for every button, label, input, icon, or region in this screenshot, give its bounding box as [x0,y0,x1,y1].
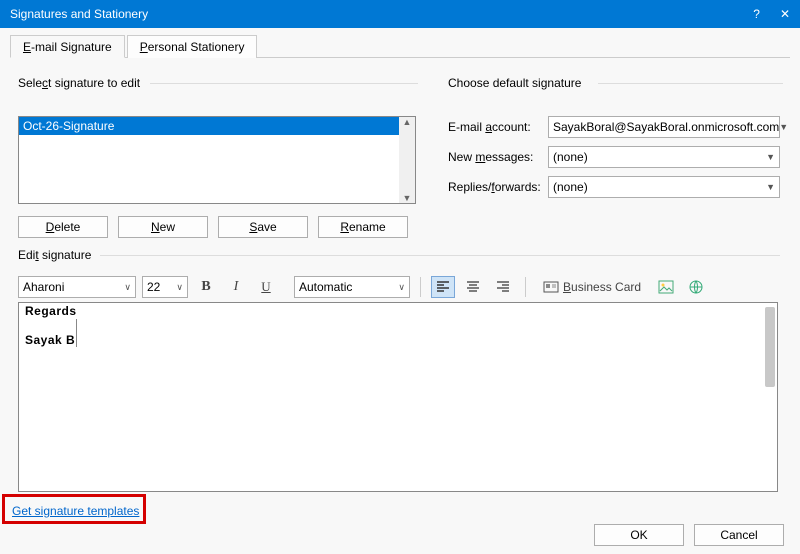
label-edit-signature: Edit signature [18,248,91,262]
picture-icon [658,279,674,295]
new-button[interactable]: New [118,216,208,238]
font-size-select[interactable]: 22 ∨ [142,276,188,298]
signature-editor[interactable]: Regards Sayak B [18,302,778,492]
divider [598,83,783,84]
business-card-icon [543,279,559,295]
chevron-down-icon: ▼ [779,122,788,132]
tab-strip: E-mail Signature Personal Stationery [10,34,790,58]
list-item[interactable]: Oct-26-Signature [19,117,415,135]
rename-button[interactable]: Rename [318,216,408,238]
divider [100,255,780,256]
insert-hyperlink-button[interactable] [684,276,708,298]
select-new-messages[interactable]: (none) ▼ [548,146,780,168]
save-button[interactable]: Save [218,216,308,238]
signature-listbox[interactable]: Oct-26-Signature ▲ ▼ [18,116,416,204]
insert-picture-button[interactable] [654,276,678,298]
select-email-account[interactable]: SayakBoral@SayakBoral.onmicrosoft.com ▼ [548,116,780,138]
delete-button[interactable]: Delete [18,216,108,238]
bold-button[interactable]: B [194,276,218,298]
chevron-down-icon: ∨ [124,282,131,293]
label-replies-forwards: Replies/forwards: [448,180,548,194]
italic-button[interactable]: I [224,276,248,298]
editor-line: Sayak B [25,319,771,348]
label-new-messages: New messages: [448,150,548,164]
label-choose-default: Choose default signature [448,76,581,90]
text-caret [76,319,77,347]
tab-email-signature[interactable]: E-mail Signature [10,35,125,58]
separator [525,277,526,297]
label-email-account: E-mail account: [448,120,548,134]
scrollbar[interactable]: ▲ ▼ [399,117,415,203]
font-color-select[interactable]: Automatic ∨ [294,276,410,298]
divider [150,83,418,84]
dialog-client: E-mail Signature Personal Stationery Sel… [0,28,800,554]
title-bar: Signatures and Stationery ? ✕ [0,0,800,28]
tab-personal-stationery[interactable]: Personal Stationery [127,35,258,58]
underline-button[interactable]: U [254,276,278,298]
separator [420,277,421,297]
chevron-down-icon: ∨ [176,282,183,293]
editor-content[interactable]: Regards Sayak B [19,303,777,350]
align-left-button[interactable] [431,276,455,298]
font-select[interactable]: Aharoni ∨ [18,276,136,298]
annotation-highlight [2,494,146,524]
cancel-button[interactable]: Cancel [694,524,784,546]
chevron-down-icon: ▼ [766,182,775,192]
close-icon[interactable]: ✕ [780,7,790,21]
scroll-up-icon[interactable]: ▲ [403,117,412,127]
window-title: Signatures and Stationery [10,7,148,21]
editor-toolbar: Aharoni ∨ 22 ∨ B I U Automatic ∨ Busines… [18,274,778,300]
hyperlink-icon [688,279,704,295]
select-replies-forwards[interactable]: (none) ▼ [548,176,780,198]
scrollbar-thumb[interactable] [765,307,775,387]
align-center-button[interactable] [461,276,485,298]
editor-line: Regards [25,305,771,319]
chevron-down-icon: ∨ [398,282,405,293]
business-card-button[interactable]: Business Card [536,276,648,298]
chevron-down-icon: ▼ [766,152,775,162]
help-icon[interactable]: ? [753,7,760,21]
scroll-down-icon[interactable]: ▼ [403,193,412,203]
label-select-signature: Select signature to edit [18,76,140,90]
align-right-button[interactable] [491,276,515,298]
ok-button[interactable]: OK [594,524,684,546]
